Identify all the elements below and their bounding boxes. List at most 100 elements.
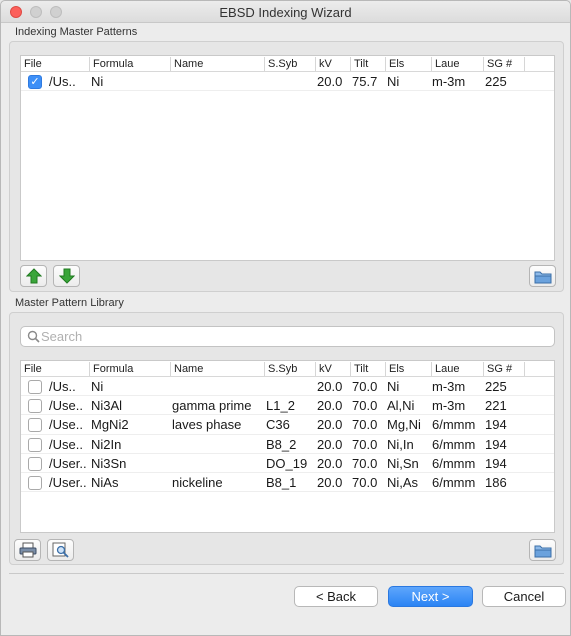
cell-kv: 20.0	[317, 74, 343, 89]
cell-kv: 20.0	[317, 455, 343, 471]
table-row[interactable]: /Us.. Ni 20.0 70.0 Ni m-3m 225	[21, 377, 554, 397]
col-spacer	[524, 57, 554, 71]
cell-tilt: 70.0	[352, 455, 378, 471]
cell-formula: Ni2In	[91, 436, 122, 452]
print-button[interactable]	[14, 539, 41, 561]
col-name[interactable]: Name	[170, 362, 203, 376]
window-title: EBSD Indexing Wizard	[219, 5, 352, 20]
cell-file: /Us..	[49, 379, 76, 394]
col-sg[interactable]: SG #	[483, 362, 512, 376]
cell-file: /Use..	[49, 398, 83, 414]
col-formula[interactable]: Formula	[89, 362, 133, 376]
row-checkbox[interactable]	[28, 399, 42, 414]
indexing-group: File Formula Name S.Syb kV Tilt Els Laue…	[9, 41, 564, 292]
col-tilt[interactable]: Tilt	[350, 362, 368, 376]
cell-kv: 20.0	[317, 417, 343, 433]
cell-kv: 20.0	[317, 398, 343, 414]
open-master-pattern-button[interactable]	[529, 265, 556, 287]
table-row[interactable]: /User.. Ni3Sn DO_19 20.0 70.0 Ni,Sn 6/mmm 194	[21, 454, 554, 473]
row-checkbox[interactable]	[28, 380, 42, 394]
cell-kv: 20.0	[317, 379, 343, 394]
cell-els: Ni	[387, 74, 400, 89]
row-checkbox[interactable]	[28, 456, 42, 471]
folder-icon	[534, 545, 551, 557]
cell-sg: 194	[485, 455, 507, 471]
search-input[interactable]	[41, 328, 546, 345]
cell-laue: m-3m	[432, 398, 466, 414]
col-file[interactable]: File	[21, 57, 42, 71]
cell-sg: 194	[485, 417, 507, 433]
cancel-button[interactable]: Cancel	[482, 586, 566, 607]
cell-laue: 6/mmm	[432, 455, 476, 471]
indexing-section-label: Indexing Master Patterns	[15, 26, 138, 38]
indexing-table-header: File Formula Name S.Syb kV Tilt Els Laue…	[21, 56, 554, 72]
cell-file: /Use..	[49, 436, 83, 452]
cell-formula: MgNi2	[91, 417, 129, 433]
cell-tilt: 70.0	[352, 474, 378, 490]
col-laue[interactable]: Laue	[431, 362, 459, 376]
row-checkbox[interactable]: ✓	[28, 75, 42, 89]
arrow-up-icon	[25, 268, 42, 284]
search-icon	[27, 330, 40, 343]
col-els[interactable]: Els	[385, 57, 404, 71]
library-group: File Formula Name S.Syb kV Tilt Els Laue…	[9, 312, 564, 565]
search-field[interactable]	[20, 326, 555, 347]
row-checkbox[interactable]	[28, 475, 42, 490]
cell-kv: 20.0	[317, 474, 343, 490]
col-ssyb[interactable]: S.Syb	[264, 362, 297, 376]
cell-ssyb: DO_19	[266, 455, 308, 471]
next-button[interactable]: Next >	[388, 586, 473, 607]
cell-sg: 194	[485, 436, 507, 452]
cell-laue: 6/mmm	[432, 417, 476, 433]
col-kv[interactable]: kV	[315, 362, 332, 376]
table-row[interactable]: /Use.. MgNi2 laves phase C36 20.0 70.0 Mg,Ni 6/…	[21, 415, 554, 435]
table-row[interactable]: ✓ /Us.. Ni 20.0 75.7 Ni m-3m 225	[21, 72, 554, 92]
table-row[interactable]: /User.. NiAs nickeline B8_1 20.0 70.0 Ni,As 6/m…	[21, 473, 554, 493]
cell-els: Ni,In	[387, 436, 414, 452]
col-kv[interactable]: kV	[315, 57, 332, 71]
cell-ssyb: C36	[266, 417, 290, 433]
cell-formula: Ni3Al	[91, 398, 123, 414]
row-checkbox[interactable]	[28, 437, 42, 452]
cell-formula: NiAs	[91, 474, 119, 490]
cell-kv: 20.0	[317, 436, 343, 452]
col-name[interactable]: Name	[170, 57, 203, 71]
cell-els: Ni,As	[387, 474, 419, 490]
indexing-table: File Formula Name S.Syb kV Tilt Els Laue…	[20, 55, 555, 261]
cell-file: /Use..	[49, 417, 83, 433]
col-formula[interactable]: Formula	[89, 57, 133, 71]
cell-tilt: 70.0	[352, 436, 378, 452]
cell-els: Al,Ni	[387, 398, 415, 414]
back-button[interactable]: < Back	[294, 586, 378, 607]
cell-laue: 6/mmm	[432, 474, 476, 490]
col-tilt[interactable]: Tilt	[350, 57, 368, 71]
cell-sg: 225	[485, 379, 507, 394]
col-file[interactable]: File	[21, 362, 42, 376]
cell-ssyb: B8_2	[266, 436, 297, 452]
table-row[interactable]: /Use.. Ni3Al gamma prime L1_2 20.0 70.0 Al,Ni m…	[21, 396, 554, 416]
cell-sg: 186	[485, 474, 507, 490]
cell-els: Ni	[387, 379, 400, 394]
cell-tilt: 75.7	[352, 74, 378, 89]
cell-tilt: 70.0	[352, 417, 378, 433]
row-checkbox[interactable]	[28, 418, 42, 433]
cell-laue: m-3m	[432, 74, 466, 89]
cell-formula: Ni3Sn	[91, 455, 127, 471]
table-row[interactable]: /Use.. Ni2In B8_2 20.0 70.0 Ni,In 6/mmm 194	[21, 435, 554, 454]
col-els[interactable]: Els	[385, 362, 404, 376]
title-bar: EBSD Indexing Wizard	[1, 1, 570, 23]
cell-file: /User..	[49, 474, 87, 490]
col-ssyb[interactable]: S.Syb	[264, 57, 297, 71]
col-laue[interactable]: Laue	[431, 57, 459, 71]
cell-file: /Us..	[49, 74, 76, 89]
cell-laue: 6/mmm	[432, 436, 476, 452]
cell-name: gamma prime	[172, 398, 252, 414]
move-down-button[interactable]	[53, 265, 80, 287]
col-sg[interactable]: SG #	[483, 57, 512, 71]
checkmark-icon: ✓	[30, 76, 40, 88]
preview-button[interactable]	[47, 539, 74, 561]
footer-divider	[9, 573, 564, 574]
move-up-button[interactable]	[20, 265, 47, 287]
cell-tilt: 70.0	[352, 379, 378, 394]
library-folder-button[interactable]	[529, 539, 556, 561]
